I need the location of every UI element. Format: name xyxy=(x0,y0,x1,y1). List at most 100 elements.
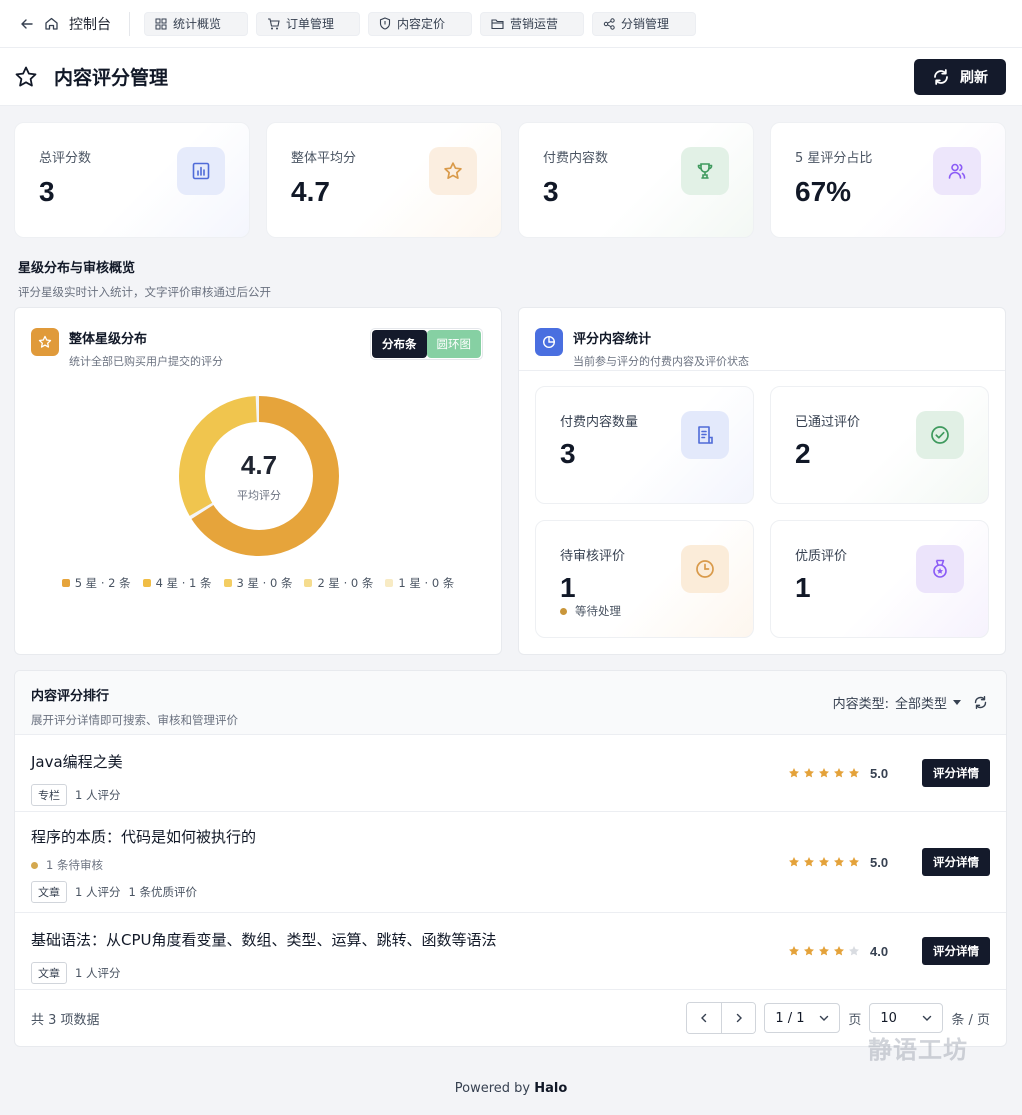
legend-item: 1 星 · 0 条 xyxy=(385,575,454,591)
bar-chart-icon xyxy=(177,147,225,195)
star-outline-icon xyxy=(14,65,38,89)
star-rating xyxy=(788,767,860,779)
quality-count: 1 条优质评价 xyxy=(128,885,197,899)
stat-card-five-star-ratio: 5 星评分占比 67% xyxy=(770,122,1006,238)
medal-icon xyxy=(916,545,964,593)
reload-icon[interactable] xyxy=(973,695,988,710)
content-title[interactable]: 程序的本质：代码是如何被执行的 xyxy=(31,812,990,847)
tab-orders[interactable]: 订单管理 xyxy=(256,11,360,36)
filter-value: 全部类型 xyxy=(894,697,947,712)
arrow-left-icon[interactable] xyxy=(20,17,34,31)
dashboard-icon xyxy=(155,18,167,30)
page-value: 1 / 1 xyxy=(775,1010,805,1026)
star-icon xyxy=(429,147,477,195)
toggle-donut-view[interactable]: 圆环图 xyxy=(426,330,481,358)
rating-detail-button[interactable]: 评分详情 xyxy=(922,759,990,787)
check-circle-icon xyxy=(916,411,964,459)
content-type-select[interactable]: 内容类型: 全部类型 xyxy=(833,693,961,712)
filter-label: 内容类型: xyxy=(832,697,889,712)
pie-badge-icon xyxy=(535,328,563,356)
average-label: 平均评分 xyxy=(237,488,281,502)
star-icon xyxy=(819,946,829,956)
page-select[interactable]: 1 / 1 xyxy=(764,1003,841,1033)
star-icon xyxy=(789,768,799,778)
star-rating xyxy=(788,945,860,957)
star-icon xyxy=(789,857,799,867)
rating-detail-button[interactable]: 评分详情 xyxy=(922,848,990,876)
tab-distribution[interactable]: 分销管理 xyxy=(592,11,696,36)
folder-icon xyxy=(491,18,504,30)
star-icon xyxy=(849,857,859,867)
section-subtitle: 评分星级实时计入统计，文字评价审核通过后公开 xyxy=(18,285,271,299)
legend-item: 3 星 · 0 条 xyxy=(223,575,292,591)
page-unit: 页 xyxy=(848,1012,862,1028)
view-toggle: 分布条 圆环图 xyxy=(370,328,483,360)
toggle-bar-view[interactable]: 分布条 xyxy=(372,330,427,358)
users-icon xyxy=(933,147,981,195)
ranking-header: 内容评分排行 展开评分详情即可搜索、审核和管理评价 内容类型: 全部类型 xyxy=(15,671,1006,735)
divider xyxy=(519,370,1005,371)
star-icon xyxy=(804,946,814,956)
ranking-row: Java编程之美 专栏 1 人评分 5.0 评分详情 xyxy=(15,735,1006,812)
chevron-down-icon xyxy=(819,1013,829,1023)
ranking-row: 基础语法：从CPU角度看变量、数组、类型、运算、跳转、函数等语法 文章 1 人评… xyxy=(15,913,1006,990)
tab-label: 营销运营 xyxy=(510,17,559,31)
chevron-right-icon xyxy=(734,1013,744,1023)
footer: Powered by Halo xyxy=(0,1081,1022,1096)
star-icon xyxy=(834,857,844,867)
tab-label: 内容定价 xyxy=(397,17,446,31)
star-icon xyxy=(789,946,799,956)
top-nav: 控制台 统计概览 订单管理 内容定价 营销运营 分销管理 xyxy=(0,0,1022,48)
mini-card-quality: 优质评价 1 xyxy=(770,520,989,638)
tab-marketing[interactable]: 营销运营 xyxy=(480,11,584,36)
refresh-button[interactable]: 刷新 xyxy=(914,58,1006,95)
panel-title: 评分内容统计 xyxy=(573,332,652,347)
section-title: 星级分布与审核概览 xyxy=(18,261,136,276)
mini-card-approved: 已通过评价 2 xyxy=(770,386,989,504)
clock-icon xyxy=(681,545,729,593)
caret-down-icon xyxy=(953,700,961,705)
document-icon xyxy=(681,411,729,459)
tab-label: 订单管理 xyxy=(286,17,335,31)
ranking-row: 程序的本质：代码是如何被执行的 1 条待审核 文章 1 人评分 1 条优质评价 … xyxy=(15,812,1006,913)
star-icon xyxy=(819,857,829,867)
rating-detail-button[interactable]: 评分详情 xyxy=(922,937,990,965)
page-size-value: 10 xyxy=(880,1010,897,1026)
trophy-icon xyxy=(681,147,729,195)
watermark: 静语工坊 xyxy=(868,1036,968,1064)
shield-icon xyxy=(379,17,391,30)
panel-title: 整体星级分布 xyxy=(69,332,148,347)
legend-item: 4 星 · 1 条 xyxy=(142,575,212,591)
prev-page-button[interactable] xyxy=(687,1003,722,1033)
status-dot xyxy=(31,861,38,869)
back-to-console[interactable]: 控制台 xyxy=(20,11,130,36)
star-icon xyxy=(819,768,829,778)
star-icon xyxy=(849,946,859,956)
star-rating xyxy=(788,856,860,868)
content-type-tag: 文章 xyxy=(31,881,67,903)
panel-subtitle: 统计全部已购买用户提交的评分 xyxy=(69,355,223,368)
chevron-down-icon xyxy=(922,1013,932,1023)
chart-legend: 5 星 · 2 条 4 星 · 1 条 3 星 · 0 条 2 星 · 0 条 … xyxy=(15,575,501,591)
status-dot xyxy=(560,607,567,615)
page-size-select[interactable]: 10 xyxy=(869,1003,944,1033)
tab-pricing[interactable]: 内容定价 xyxy=(368,11,472,36)
tab-label: 统计概览 xyxy=(173,17,222,31)
rating-count: 1 人评分 xyxy=(75,885,121,899)
tab-overview[interactable]: 统计概览 xyxy=(144,11,248,36)
legend-item: 2 星 · 0 条 xyxy=(304,575,373,591)
footer-brand[interactable]: Halo xyxy=(534,1081,567,1096)
legend-item: 5 星 · 2 条 xyxy=(61,575,131,591)
star-icon xyxy=(804,857,814,867)
donut-chart: 4.7 平均评分 xyxy=(177,394,341,558)
mini-card-paid-count: 付费内容数量 3 xyxy=(535,386,754,504)
stat-card-paid-content: 付费内容数 3 xyxy=(518,122,754,238)
panel-subtitle: 当前参与评分的付费内容及评价状态 xyxy=(573,355,749,368)
next-page-button[interactable] xyxy=(721,1003,756,1033)
star-icon xyxy=(834,946,844,956)
score-value: 5.0 xyxy=(870,854,889,870)
stat-card-average: 整体平均分 4.7 xyxy=(266,122,502,238)
mini-card-pending: 待审核评价 1 等待处理 xyxy=(535,520,754,638)
page-size-unit: 条 / 页 xyxy=(951,1012,990,1028)
console-label[interactable]: 控制台 xyxy=(69,14,111,34)
